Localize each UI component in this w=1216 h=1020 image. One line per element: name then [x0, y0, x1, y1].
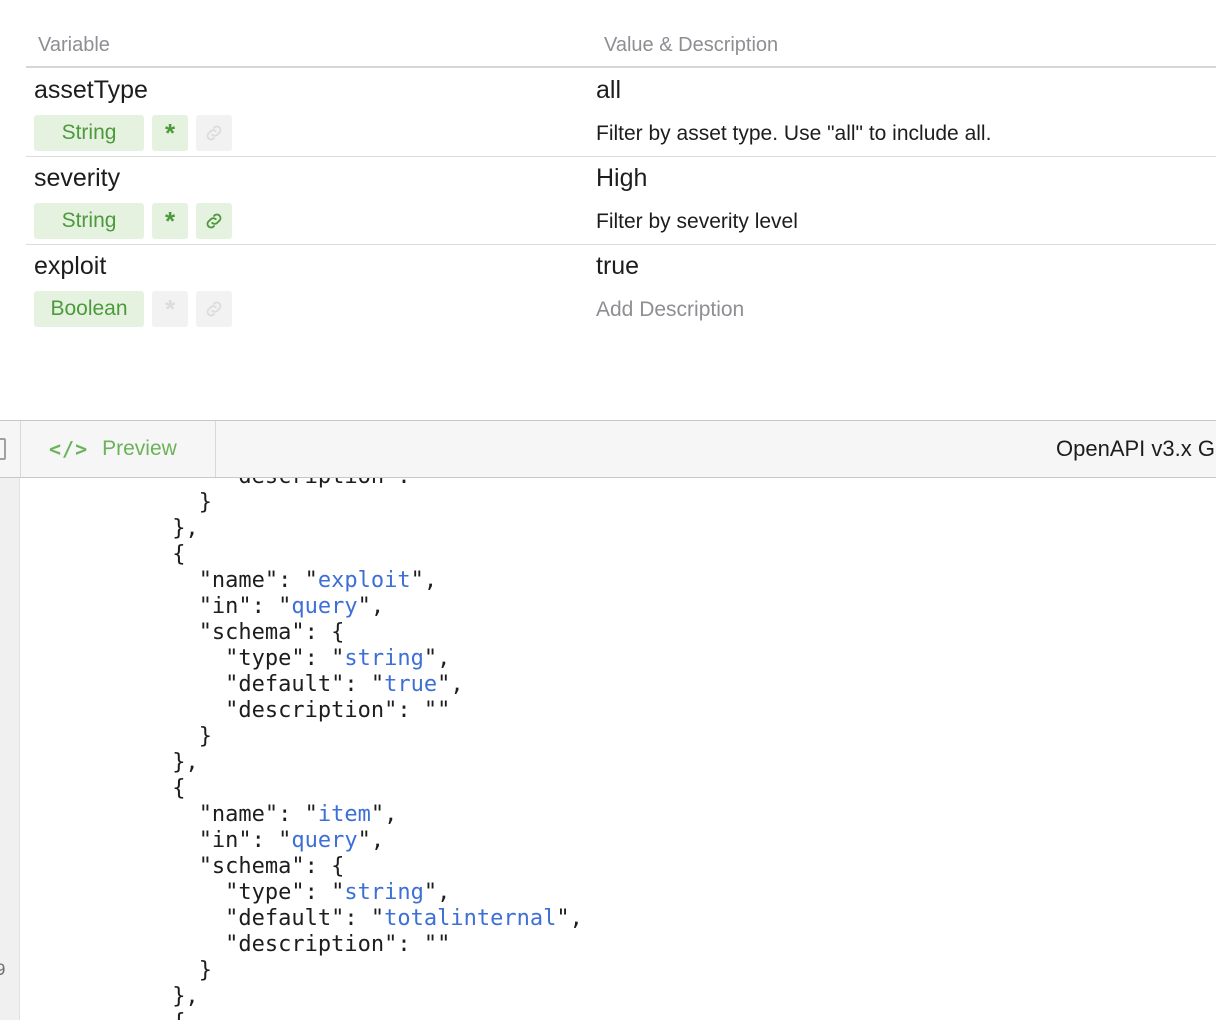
code-preview-editor[interactable]: 9 "description": } }, { "name": "exploit…: [0, 478, 1216, 1020]
code-line: "description": "": [225, 932, 451, 957]
asterisk-required-icon: *: [164, 118, 176, 148]
code-line: {: [172, 542, 186, 567]
link-toggle[interactable]: [196, 203, 232, 239]
code-string-value: string: [344, 646, 424, 671]
variable-row-exploit: exploit Boolean * true Add Description: [26, 244, 1216, 332]
type-badge[interactable]: Boolean: [34, 291, 144, 327]
variable-value[interactable]: true: [596, 252, 639, 281]
code-line: "in": "query",: [198, 594, 385, 619]
link-icon: [206, 213, 222, 229]
type-badge[interactable]: String: [34, 203, 144, 239]
variable-badges: Boolean *: [34, 291, 232, 327]
variable-description-placeholder[interactable]: Add Description: [596, 298, 744, 322]
code-string-value: string: [344, 880, 424, 905]
variable-description[interactable]: Filter by severity level: [596, 210, 798, 234]
tab-preview-label: Preview: [102, 437, 177, 460]
type-badge[interactable]: String: [34, 115, 144, 151]
code-content[interactable]: "description": } }, { "name": "exploit",…: [0, 478, 583, 1020]
code-string-value: true: [384, 672, 438, 697]
variable-value[interactable]: High: [596, 164, 647, 193]
variable-row-severity: severity String * High Filter by severit…: [26, 156, 1216, 245]
code-line: },: [172, 516, 199, 541]
asterisk-required-icon: *: [164, 206, 176, 236]
code-line: "default": "totalinternal",: [225, 906, 583, 931]
variable-badges: String *: [34, 203, 232, 239]
required-toggle[interactable]: *: [152, 291, 188, 327]
code-line: }: [198, 490, 212, 515]
column-header-variable: Variable: [38, 34, 110, 56]
asterisk-required-icon: *: [164, 294, 176, 324]
code-line: "schema": {: [198, 620, 345, 645]
variable-name[interactable]: severity: [34, 164, 120, 193]
code-line: "type": "string",: [225, 646, 451, 671]
code-line: {: [172, 776, 186, 801]
code-line: "description": "": [225, 698, 451, 723]
tab-preview[interactable]: </> Preview: [20, 421, 216, 477]
code-string-value: totalinternal: [384, 906, 557, 931]
code-icon: </>: [49, 437, 89, 461]
code-line: "name": "item",: [198, 802, 398, 827]
code-line: "in": "query",: [198, 828, 385, 853]
variable-value[interactable]: all: [596, 76, 621, 105]
link-icon: [206, 125, 222, 141]
code-line: "name": "exploit",: [198, 568, 438, 593]
code-line: }: [198, 724, 212, 749]
sidebar-toggle-icon[interactable]: [0, 438, 6, 460]
format-selector[interactable]: OpenAPI v3.x G: [1056, 436, 1215, 462]
variable-name[interactable]: assetType: [34, 76, 148, 105]
code-line: "default": "true",: [225, 672, 464, 697]
variables-table: Variable Value & Description assetType S…: [0, 0, 1216, 420]
code-string-value: query: [291, 828, 358, 853]
code-line: }: [198, 958, 212, 983]
code-string-value: query: [291, 594, 358, 619]
variable-description[interactable]: Filter by asset type. Use "all" to inclu…: [596, 122, 991, 146]
variable-row-assettype: assetType String * all Filter by asset t…: [26, 68, 1216, 157]
code-string-value: exploit: [317, 568, 411, 593]
code-line: "description":: [0, 478, 583, 490]
variable-name[interactable]: exploit: [34, 252, 106, 281]
bottom-tab-bar: </> Preview OpenAPI v3.x G: [0, 420, 1216, 478]
code-line: "schema": {: [198, 854, 345, 879]
code-line: "type": "string",: [225, 880, 451, 905]
code-line: {: [0, 1010, 583, 1020]
code-line: },: [172, 750, 199, 775]
code-line: },: [172, 984, 199, 1009]
column-header-value-description: Value & Description: [604, 34, 779, 56]
code-string-value: item: [317, 802, 371, 827]
link-icon: [206, 301, 222, 317]
variable-badges: String *: [34, 115, 232, 151]
required-toggle[interactable]: *: [152, 203, 188, 239]
required-toggle[interactable]: *: [152, 115, 188, 151]
link-toggle[interactable]: [196, 115, 232, 151]
link-toggle[interactable]: [196, 291, 232, 327]
